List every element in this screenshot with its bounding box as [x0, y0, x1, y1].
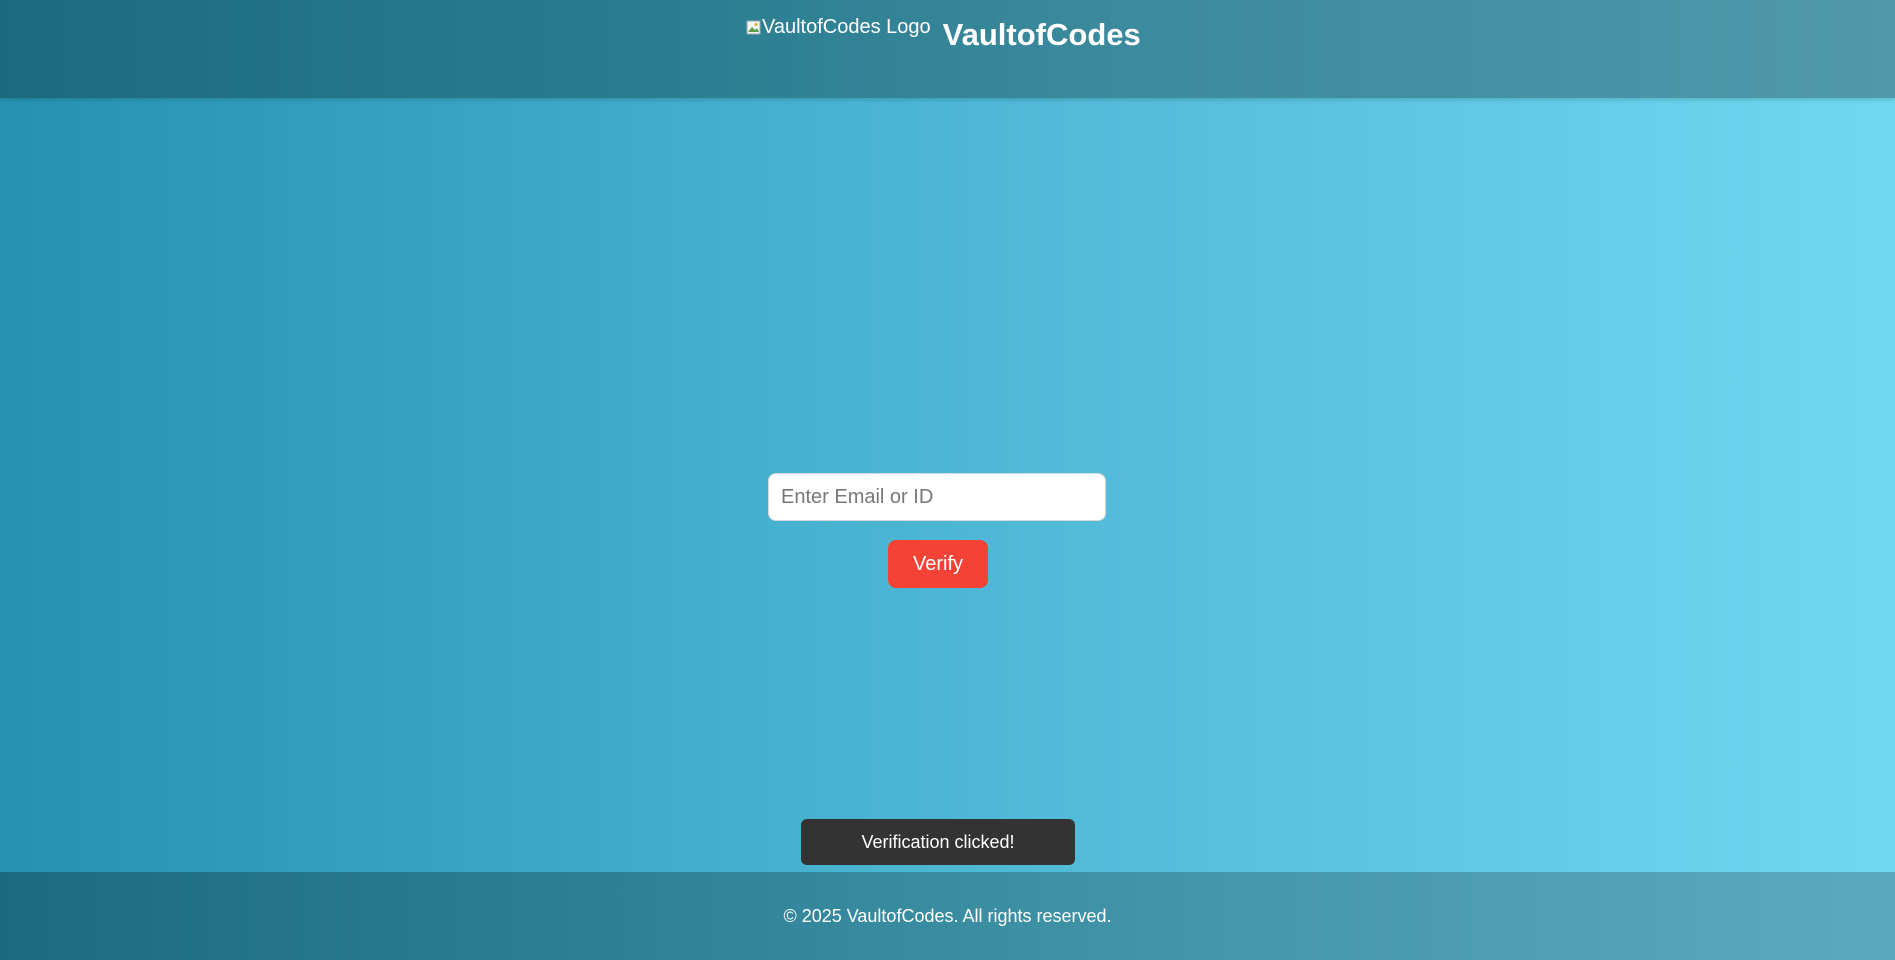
- logo-alt-text: VaultofCodes Logo: [762, 15, 931, 38]
- page: VaultofCodes Logo VaultofCodes Verify Ve…: [0, 0, 1895, 960]
- main-content: Verify: [0, 98, 1895, 872]
- email-or-id-input[interactable]: [768, 473, 1106, 521]
- logo: VaultofCodes Logo: [746, 14, 931, 40]
- toast-message: Verification clicked!: [861, 831, 1015, 852]
- broken-image-icon: [746, 19, 762, 35]
- site-header: VaultofCodes Logo VaultofCodes: [0, 0, 1895, 98]
- site-footer: © 2025 VaultofCodes. All rights reserved…: [0, 872, 1895, 960]
- site-title: VaultofCodes: [942, 17, 1141, 52]
- verify-button[interactable]: Verify: [888, 540, 988, 588]
- copyright-text: © 2025 VaultofCodes. All rights reserved…: [783, 905, 1112, 926]
- brand: VaultofCodes Logo VaultofCodes: [746, 14, 1141, 62]
- toast-notification: Verification clicked!: [801, 819, 1075, 865]
